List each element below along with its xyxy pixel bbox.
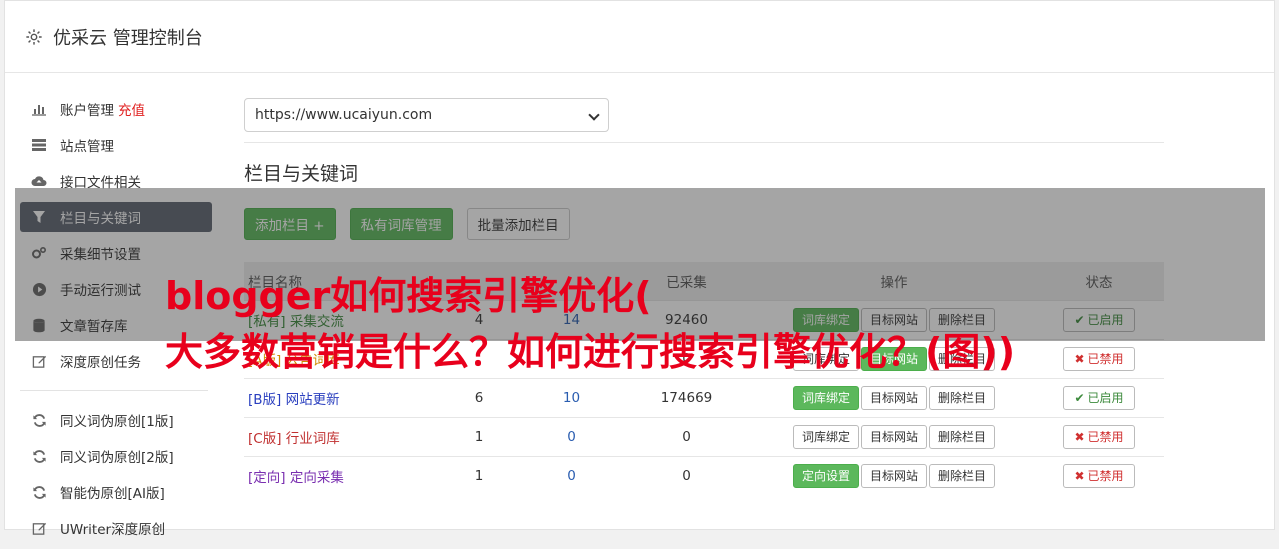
sidebar-item-label: UWriter深度原创 — [60, 522, 166, 538]
actions-cell: 词库绑定 目标网站 删除栏目 — [754, 416, 1034, 456]
sidebar-item-uwriter[interactable]: UWriter深度原创 — [20, 513, 212, 543]
server-icon — [31, 137, 47, 153]
status-toggle[interactable]: ✔ 已启用 — [1063, 385, 1135, 410]
cell: 1 — [434, 455, 524, 495]
target-site-button[interactable]: 目标网站 — [860, 385, 927, 410]
status-toggle[interactable]: ✖ 已禁用 — [1063, 424, 1135, 449]
column-name: 行业词库 — [285, 430, 340, 447]
column-name-cell[interactable]: [C版] 行业词库 — [244, 416, 434, 456]
sidebar-item-synonym-v2[interactable]: 同义词伪原创[2版] — [20, 441, 212, 471]
sidebar-item-label: 站点管理 — [60, 139, 114, 155]
cell: 0 — [619, 455, 754, 495]
site-select-value: https://www.ucaiyun.com — [255, 107, 433, 123]
directed-settings-button[interactable]: 定向设置 — [792, 463, 859, 488]
sidebar-item-account[interactable]: 账户管理 充值 — [20, 94, 212, 124]
column-name-cell[interactable]: [定向] 定向采集 — [244, 455, 434, 495]
status-label: 已启用 — [1087, 391, 1124, 405]
bind-lib-button[interactable]: 词库绑定 — [792, 385, 859, 410]
edit-icon — [31, 520, 47, 536]
delete-column-button[interactable]: 删除栏目 — [929, 424, 996, 449]
status-cell: ✖ 已禁用 — [1034, 455, 1164, 495]
sidebar-item-label: 深度原创任务 — [60, 355, 141, 371]
table-row: [C版] 行业词库 1 0 0 词库绑定 目标网站 删除栏目 ✖ 已禁用 — [244, 416, 1164, 456]
status-cell: ✔ 已启用 — [1034, 377, 1164, 417]
target-site-button[interactable]: 目标网站 — [860, 463, 927, 488]
delete-column-button[interactable]: 删除栏目 — [929, 463, 996, 488]
overlay-line-2: 大多数营销是什么？如何进行搜索引擎优化？(图)) — [165, 330, 1016, 374]
close-icon: ✖ — [1074, 429, 1085, 444]
sidebar-item-label: 账户管理 — [60, 103, 114, 119]
check-icon: ✔ — [1074, 390, 1085, 405]
cell[interactable]: 0 — [524, 455, 619, 495]
site-select[interactable]: https://www.ucaiyun.com — [244, 98, 609, 132]
refresh-icon — [31, 484, 47, 500]
column-name-cell[interactable]: [B版] 网站更新 — [244, 377, 434, 417]
bar-chart-icon — [31, 101, 47, 117]
status-label: 已禁用 — [1087, 430, 1124, 444]
header: 优采云 管理控制台 — [5, 1, 1274, 73]
sidebar-item-synonym-v1[interactable]: 同义词伪原创[1版] — [20, 405, 212, 435]
overlay-headline: blogger如何搜索引擎优化( 大多数营销是什么？如何进行搜索引擎优化？(图)… — [165, 268, 1165, 380]
section-title: 栏目与关键词 — [244, 163, 359, 185]
column-name: 网站更新 — [285, 391, 340, 408]
column-tag: [定向] — [248, 469, 286, 486]
cell[interactable]: 0 — [524, 416, 619, 456]
status-label: 已禁用 — [1087, 469, 1124, 484]
table-row: [B版] 网站更新 6 10 174669 词库绑定 目标网站 删除栏目 ✔ 已启用 — [244, 377, 1164, 417]
edit-icon — [31, 353, 47, 369]
actions-cell: 定向设置 目标网站 删除栏目 — [754, 455, 1034, 495]
cell: 6 — [434, 377, 524, 417]
sidebar-item-label: 同义词伪原创[1版] — [60, 414, 174, 430]
target-site-button[interactable]: 目标网站 — [860, 424, 927, 449]
actions-cell: 词库绑定 目标网站 删除栏目 — [754, 377, 1034, 417]
status-cell: ✖ 已禁用 — [1034, 416, 1164, 456]
sidebar-divider — [20, 390, 208, 391]
delete-column-button[interactable]: 删除栏目 — [929, 385, 996, 410]
cell: 0 — [619, 416, 754, 456]
cloud-upload-icon — [31, 173, 47, 189]
sidebar-item-sites[interactable]: 站点管理 — [20, 130, 212, 160]
column-tag: [B版] — [248, 391, 282, 408]
cell: 174669 — [619, 377, 754, 417]
column-name: 定向采集 — [289, 469, 344, 486]
cell: 1 — [434, 416, 524, 456]
refresh-icon — [31, 412, 47, 428]
overlay-line-1: blogger如何搜索引擎优化( — [165, 274, 652, 318]
chevron-down-icon — [588, 109, 600, 121]
refresh-icon — [31, 448, 47, 464]
bind-lib-button[interactable]: 词库绑定 — [792, 424, 859, 449]
column-tag: [C版] — [248, 430, 282, 447]
sidebar-item-ai-rewrite[interactable]: 智能伪原创[AI版] — [20, 477, 212, 507]
page-title: 优采云 管理控制台 — [53, 27, 203, 49]
close-icon: ✖ — [1074, 468, 1085, 483]
divider — [244, 142, 1164, 143]
sidebar-item-label: 智能伪原创[AI版] — [60, 486, 165, 502]
sidebar-item-label: 同义词伪原创[2版] — [60, 450, 174, 466]
recharge-link[interactable]: 充值 — [118, 99, 145, 119]
table-row: [定向] 定向采集 1 0 0 定向设置 目标网站 删除栏目 ✖ 已禁用 — [244, 455, 1164, 495]
cell[interactable]: 10 — [524, 377, 619, 417]
gear-icon — [26, 28, 42, 45]
status-toggle[interactable]: ✖ 已禁用 — [1063, 463, 1135, 488]
